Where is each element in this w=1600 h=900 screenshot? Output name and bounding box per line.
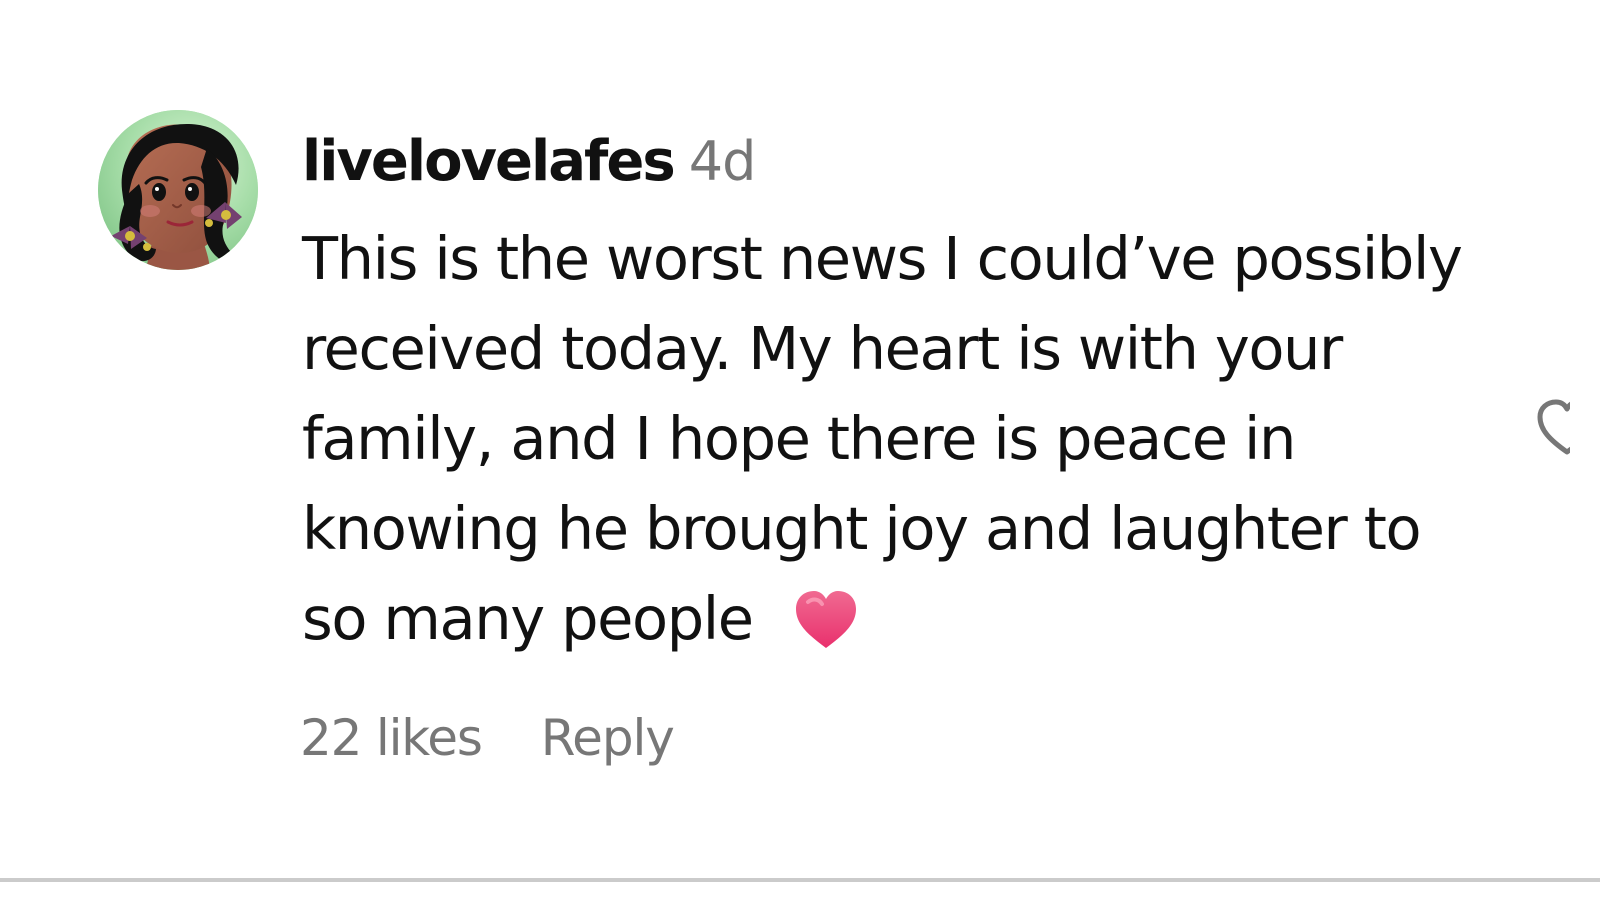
reply-button[interactable]: Reply [541, 709, 675, 767]
username[interactable]: livelovelafes [302, 129, 676, 194]
likes-count[interactable]: 22 likes [300, 709, 483, 767]
bottom-divider [0, 878, 1600, 882]
like-button[interactable] [1534, 396, 1570, 458]
comment-content: livelovelafes 4d This is the worst news … [302, 126, 1482, 664]
comment-message: This is the worst news I could’ve possib… [302, 224, 1463, 653]
comment-actions: 22 likes Reply [300, 700, 675, 776]
timestamp[interactable]: 4d [689, 130, 757, 193]
heart-icon [790, 586, 862, 650]
avatar[interactable] [98, 110, 258, 270]
comment: livelovelafes 4d This is the worst news … [0, 0, 1600, 900]
comment-header: livelovelafes 4d [302, 126, 1482, 198]
heart-outline-icon [1537, 399, 1570, 455]
avatar-illustration-icon [98, 110, 258, 270]
comment-text: This is the worst news I could’ve possib… [302, 214, 1482, 664]
